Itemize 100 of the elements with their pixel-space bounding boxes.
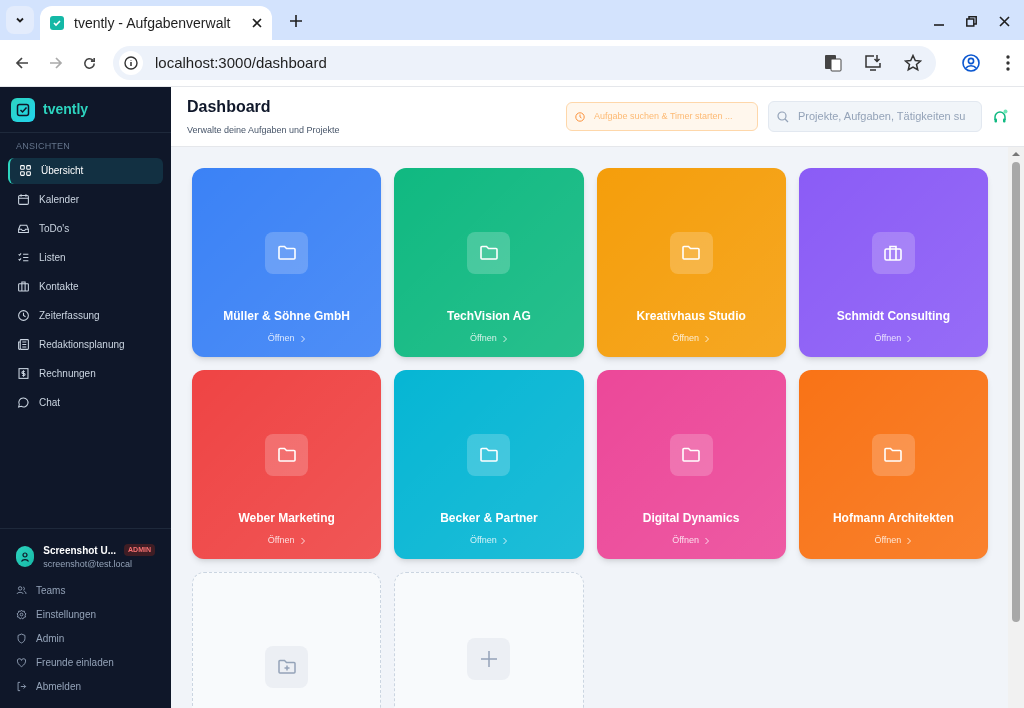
timer-placeholder: Aufgabe suchen & Timer starten ...: [594, 109, 733, 123]
project-card[interactable]: Schmidt Consulting Öffnen: [798, 168, 988, 357]
menu-item[interactable]: Einstellungen: [0, 602, 171, 626]
heart-icon: [16, 656, 27, 668]
menu-item[interactable]: Admin: [0, 626, 171, 650]
project-card[interactable]: Weber Marketing Öffnen: [192, 370, 382, 559]
profile-icon[interactable]: [962, 54, 980, 72]
nav-item[interactable]: Redaktionsplanung: [8, 331, 163, 358]
star-icon[interactable]: [904, 54, 922, 72]
reload-icon[interactable]: [82, 55, 97, 71]
chevron-right-icon: [704, 334, 711, 343]
headset-icon[interactable]: [992, 108, 1008, 125]
close-icon[interactable]: [252, 18, 262, 28]
new-tab-icon[interactable]: [290, 15, 302, 27]
chat-bubble-icon: [17, 396, 30, 409]
chevron-right-icon: [299, 536, 306, 545]
open-link[interactable]: Öffnen: [267, 534, 306, 548]
project-name: Weber Marketing: [238, 510, 335, 527]
tab-title: tvently - Aufgabenverwalt: [74, 13, 232, 33]
chevron-right-icon: [704, 536, 711, 545]
project-card[interactable]: Digital Dynamics Öffnen: [596, 370, 786, 559]
receipt-icon: [17, 367, 30, 380]
section-heading: ANSICHTEN: [15, 140, 72, 153]
scrollbar[interactable]: [1008, 147, 1024, 708]
folder-icon: [478, 243, 499, 263]
brand-name: tvently: [43, 100, 89, 119]
install-app-icon[interactable]: [864, 54, 882, 72]
open-link[interactable]: Öffnen: [874, 332, 913, 346]
project-name: Digital Dynamics: [642, 510, 740, 527]
project-card[interactable]: Becker & Partner Öffnen: [394, 370, 584, 559]
project-name: Müller & Söhne GmbH: [223, 308, 350, 325]
folder-icon: [883, 445, 904, 465]
nav-item[interactable]: Kalender: [8, 186, 163, 213]
nav-item[interactable]: Listen: [8, 244, 163, 271]
plus-icon: [479, 650, 498, 668]
page-subtitle: Verwalte deine Aufgaben und Projekte: [187, 124, 341, 138]
open-link[interactable]: Öffnen: [672, 534, 711, 548]
project-card[interactable]: TechVision AG Öffnen: [394, 168, 584, 357]
open-link[interactable]: Öffnen: [469, 534, 508, 548]
chevron-right-icon: [501, 334, 508, 343]
logout-icon: [16, 680, 27, 692]
chevron-right-icon: [501, 536, 508, 545]
browser-tab[interactable]: tvently - Aufgabenverwalt: [40, 6, 272, 40]
folder-plus-icon: [276, 657, 297, 677]
project-card[interactable]: Müller & Söhne GmbH Öffnen: [192, 168, 382, 357]
favicon-icon: [50, 16, 64, 30]
user-email: screenshot@test.local: [43, 557, 133, 571]
nav-item[interactable]: Rechnungen: [8, 360, 163, 387]
shield-icon: [16, 632, 27, 644]
logo-icon: [11, 97, 35, 122]
restore-icon[interactable]: [966, 16, 977, 27]
back-icon[interactable]: [14, 55, 30, 71]
menu-item[interactable]: Abmelden: [0, 674, 171, 698]
project-name: TechVision AG: [446, 308, 531, 325]
briefcase-icon: [883, 243, 904, 263]
briefcase-icon: [17, 280, 30, 293]
grid-icon: [19, 164, 32, 177]
url-text: localhost:3000/dashboard: [155, 52, 328, 73]
folder-icon: [681, 445, 702, 465]
project-card[interactable]: Kreativhaus Studio Öffnen: [596, 168, 786, 357]
nav-item[interactable]: ToDo's: [8, 215, 163, 242]
nav-item[interactable]: Chat: [8, 389, 163, 416]
open-link[interactable]: Öffnen: [469, 332, 508, 346]
project-name: Hofmann Architekten: [832, 510, 954, 527]
open-link[interactable]: Öffnen: [267, 332, 306, 346]
close-icon[interactable]: [999, 16, 1010, 27]
open-link[interactable]: Öffnen: [874, 534, 913, 548]
info-icon[interactable]: [124, 56, 138, 70]
calendar-icon: [17, 193, 30, 206]
checklist-icon: [17, 251, 30, 264]
page-title: Dashboard: [187, 97, 272, 118]
chevron-right-icon: [906, 334, 913, 343]
nav-item[interactable]: Kontakte: [8, 273, 163, 300]
nav-item[interactable]: Zeiterfassung: [8, 302, 163, 329]
menu-item[interactable]: Teams: [0, 578, 171, 602]
project-name: Becker & Partner: [440, 510, 538, 527]
search-field[interactable]: Projekte, Aufgaben, Tätigkeiten su: [768, 101, 982, 132]
folder-icon: [681, 243, 702, 263]
inbox-icon: [17, 222, 30, 235]
avatar-icon: [16, 546, 35, 568]
gear-icon: [16, 608, 27, 620]
folder-icon: [276, 243, 297, 263]
chevron-right-icon: [299, 334, 306, 343]
project-name: Kreativhaus Studio: [636, 308, 746, 325]
users-icon: [16, 584, 27, 596]
menu-icon[interactable]: [1006, 55, 1010, 71]
clock-icon: [17, 309, 30, 322]
clock-icon: [575, 111, 585, 122]
nav-item[interactable]: Übersicht: [8, 157, 163, 184]
search-placeholder: Projekte, Aufgaben, Tätigkeiten su: [798, 109, 966, 125]
translate-icon[interactable]: [824, 54, 842, 72]
menu-item[interactable]: Freunde einladen: [0, 650, 171, 674]
address-bar[interactable]: localhost:3000/dashboard: [113, 46, 936, 80]
folder-icon: [478, 445, 499, 465]
scroll-up-icon[interactable]: [1012, 151, 1020, 156]
user-name: Screenshot U...: [43, 543, 117, 558]
search-icon: [777, 110, 789, 123]
project-name: Schmidt Consulting: [836, 308, 951, 325]
project-card[interactable]: Hofmann Architekten Öffnen: [798, 370, 988, 559]
chevron-right-icon: [906, 536, 913, 545]
